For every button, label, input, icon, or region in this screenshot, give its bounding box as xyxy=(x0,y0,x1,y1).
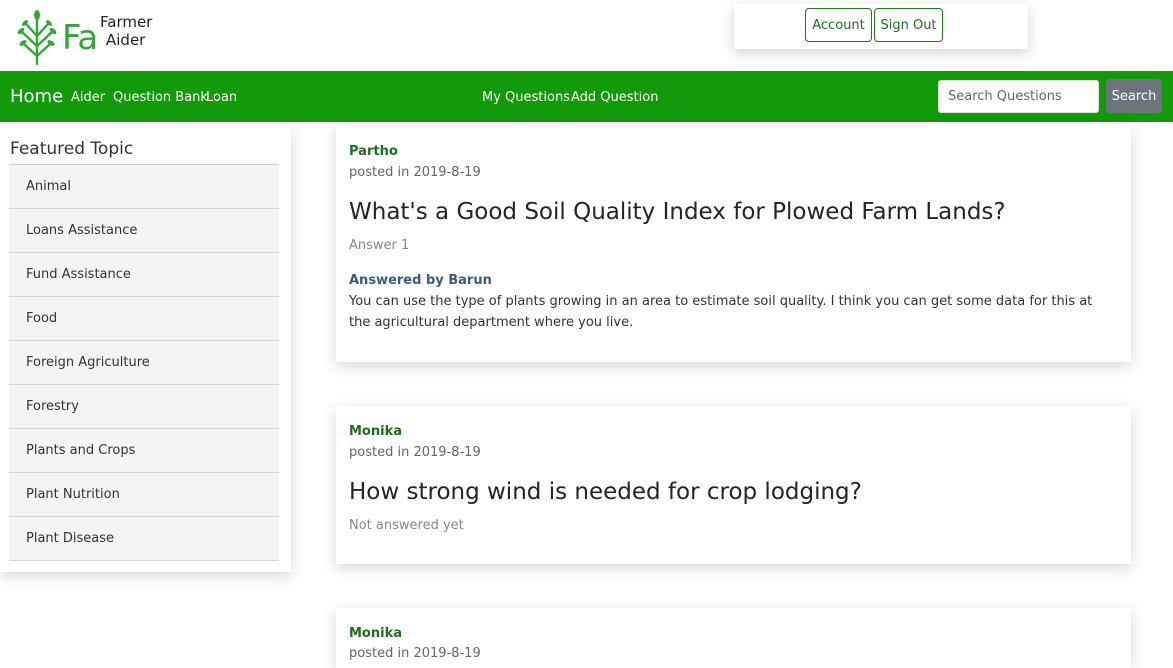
account-panel: Account Sign Out xyxy=(734,4,1028,49)
topic-list: Animal Loans Assistance Fund Assistance … xyxy=(9,164,279,561)
nav-aider-link[interactable]: Aider xyxy=(71,90,105,105)
featured-topics-sidebar: Featured Topic Animal Loans Assistance F… xyxy=(0,126,291,572)
nav-question-bank-link[interactable]: Question Bank xyxy=(113,90,208,105)
question-card: Partho posted in 2019-8-19 What's a Good… xyxy=(336,125,1131,362)
question-title[interactable]: What's a Good Soil Quality Index for Plo… xyxy=(349,199,1006,225)
question-posted-date: posted in 2019-8-19 xyxy=(349,646,481,661)
question-posted-date: posted in 2019-8-19 xyxy=(349,165,481,180)
topic-item-plant-nutrition[interactable]: Plant Nutrition xyxy=(9,473,279,517)
main-navbar: Home Aider Question Bank Loan My Questio… xyxy=(0,71,1173,122)
topic-item-loans-assistance[interactable]: Loans Assistance xyxy=(9,209,279,253)
answer-status: Not answered yet xyxy=(349,518,464,533)
site-header: Fa Farmer Aider Account Sign Out xyxy=(0,0,1173,71)
brand-name: Farmer Aider xyxy=(100,13,180,49)
tree-logo-icon xyxy=(17,10,57,66)
brand-short: Fa xyxy=(62,18,98,58)
account-button[interactable]: Account xyxy=(805,8,872,42)
nav-my-questions-link[interactable]: My Questions xyxy=(482,90,570,105)
brand-logo[interactable]: Fa xyxy=(14,10,98,66)
question-posted-date: posted in 2019-8-19 xyxy=(349,445,481,460)
topic-item-foreign-agriculture[interactable]: Foreign Agriculture xyxy=(9,341,279,385)
topic-item-plant-disease[interactable]: Plant Disease xyxy=(9,517,279,561)
question-author[interactable]: Monika xyxy=(349,626,402,641)
brand-name-line2: Aider xyxy=(106,31,146,49)
topic-item-animal[interactable]: Animal xyxy=(9,165,279,209)
answer-text: You can use the type of plants growing i… xyxy=(349,294,1093,330)
question-title[interactable]: How strong wind is needed for crop lodgi… xyxy=(349,479,862,505)
search-button[interactable]: Search xyxy=(1106,79,1162,113)
nav-loan-link[interactable]: Loan xyxy=(206,90,237,105)
sign-out-button[interactable]: Sign Out xyxy=(874,8,943,42)
question-card: Monika posted in 2019-8-19 xyxy=(336,608,1131,668)
question-author[interactable]: Partho xyxy=(349,144,398,159)
answer-count: Answer 1 xyxy=(349,238,410,253)
topic-item-plants-and-crops[interactable]: Plants and Crops xyxy=(9,429,279,473)
brand-name-line1: Farmer xyxy=(100,13,153,31)
search-input[interactable]: Search Questions xyxy=(938,80,1099,113)
nav-home-link[interactable]: Home xyxy=(10,86,63,107)
question-author[interactable]: Monika xyxy=(349,424,402,439)
topic-item-food[interactable]: Food xyxy=(9,297,279,341)
topic-item-fund-assistance[interactable]: Fund Assistance xyxy=(9,253,279,297)
question-card: Monika posted in 2019-8-19 How strong wi… xyxy=(336,406,1131,564)
answered-by-label: Answered by Barun xyxy=(349,273,492,288)
topic-item-forestry[interactable]: Forestry xyxy=(9,385,279,429)
nav-add-question-link[interactable]: Add Question xyxy=(571,90,658,105)
sidebar-title: Featured Topic xyxy=(10,139,134,159)
